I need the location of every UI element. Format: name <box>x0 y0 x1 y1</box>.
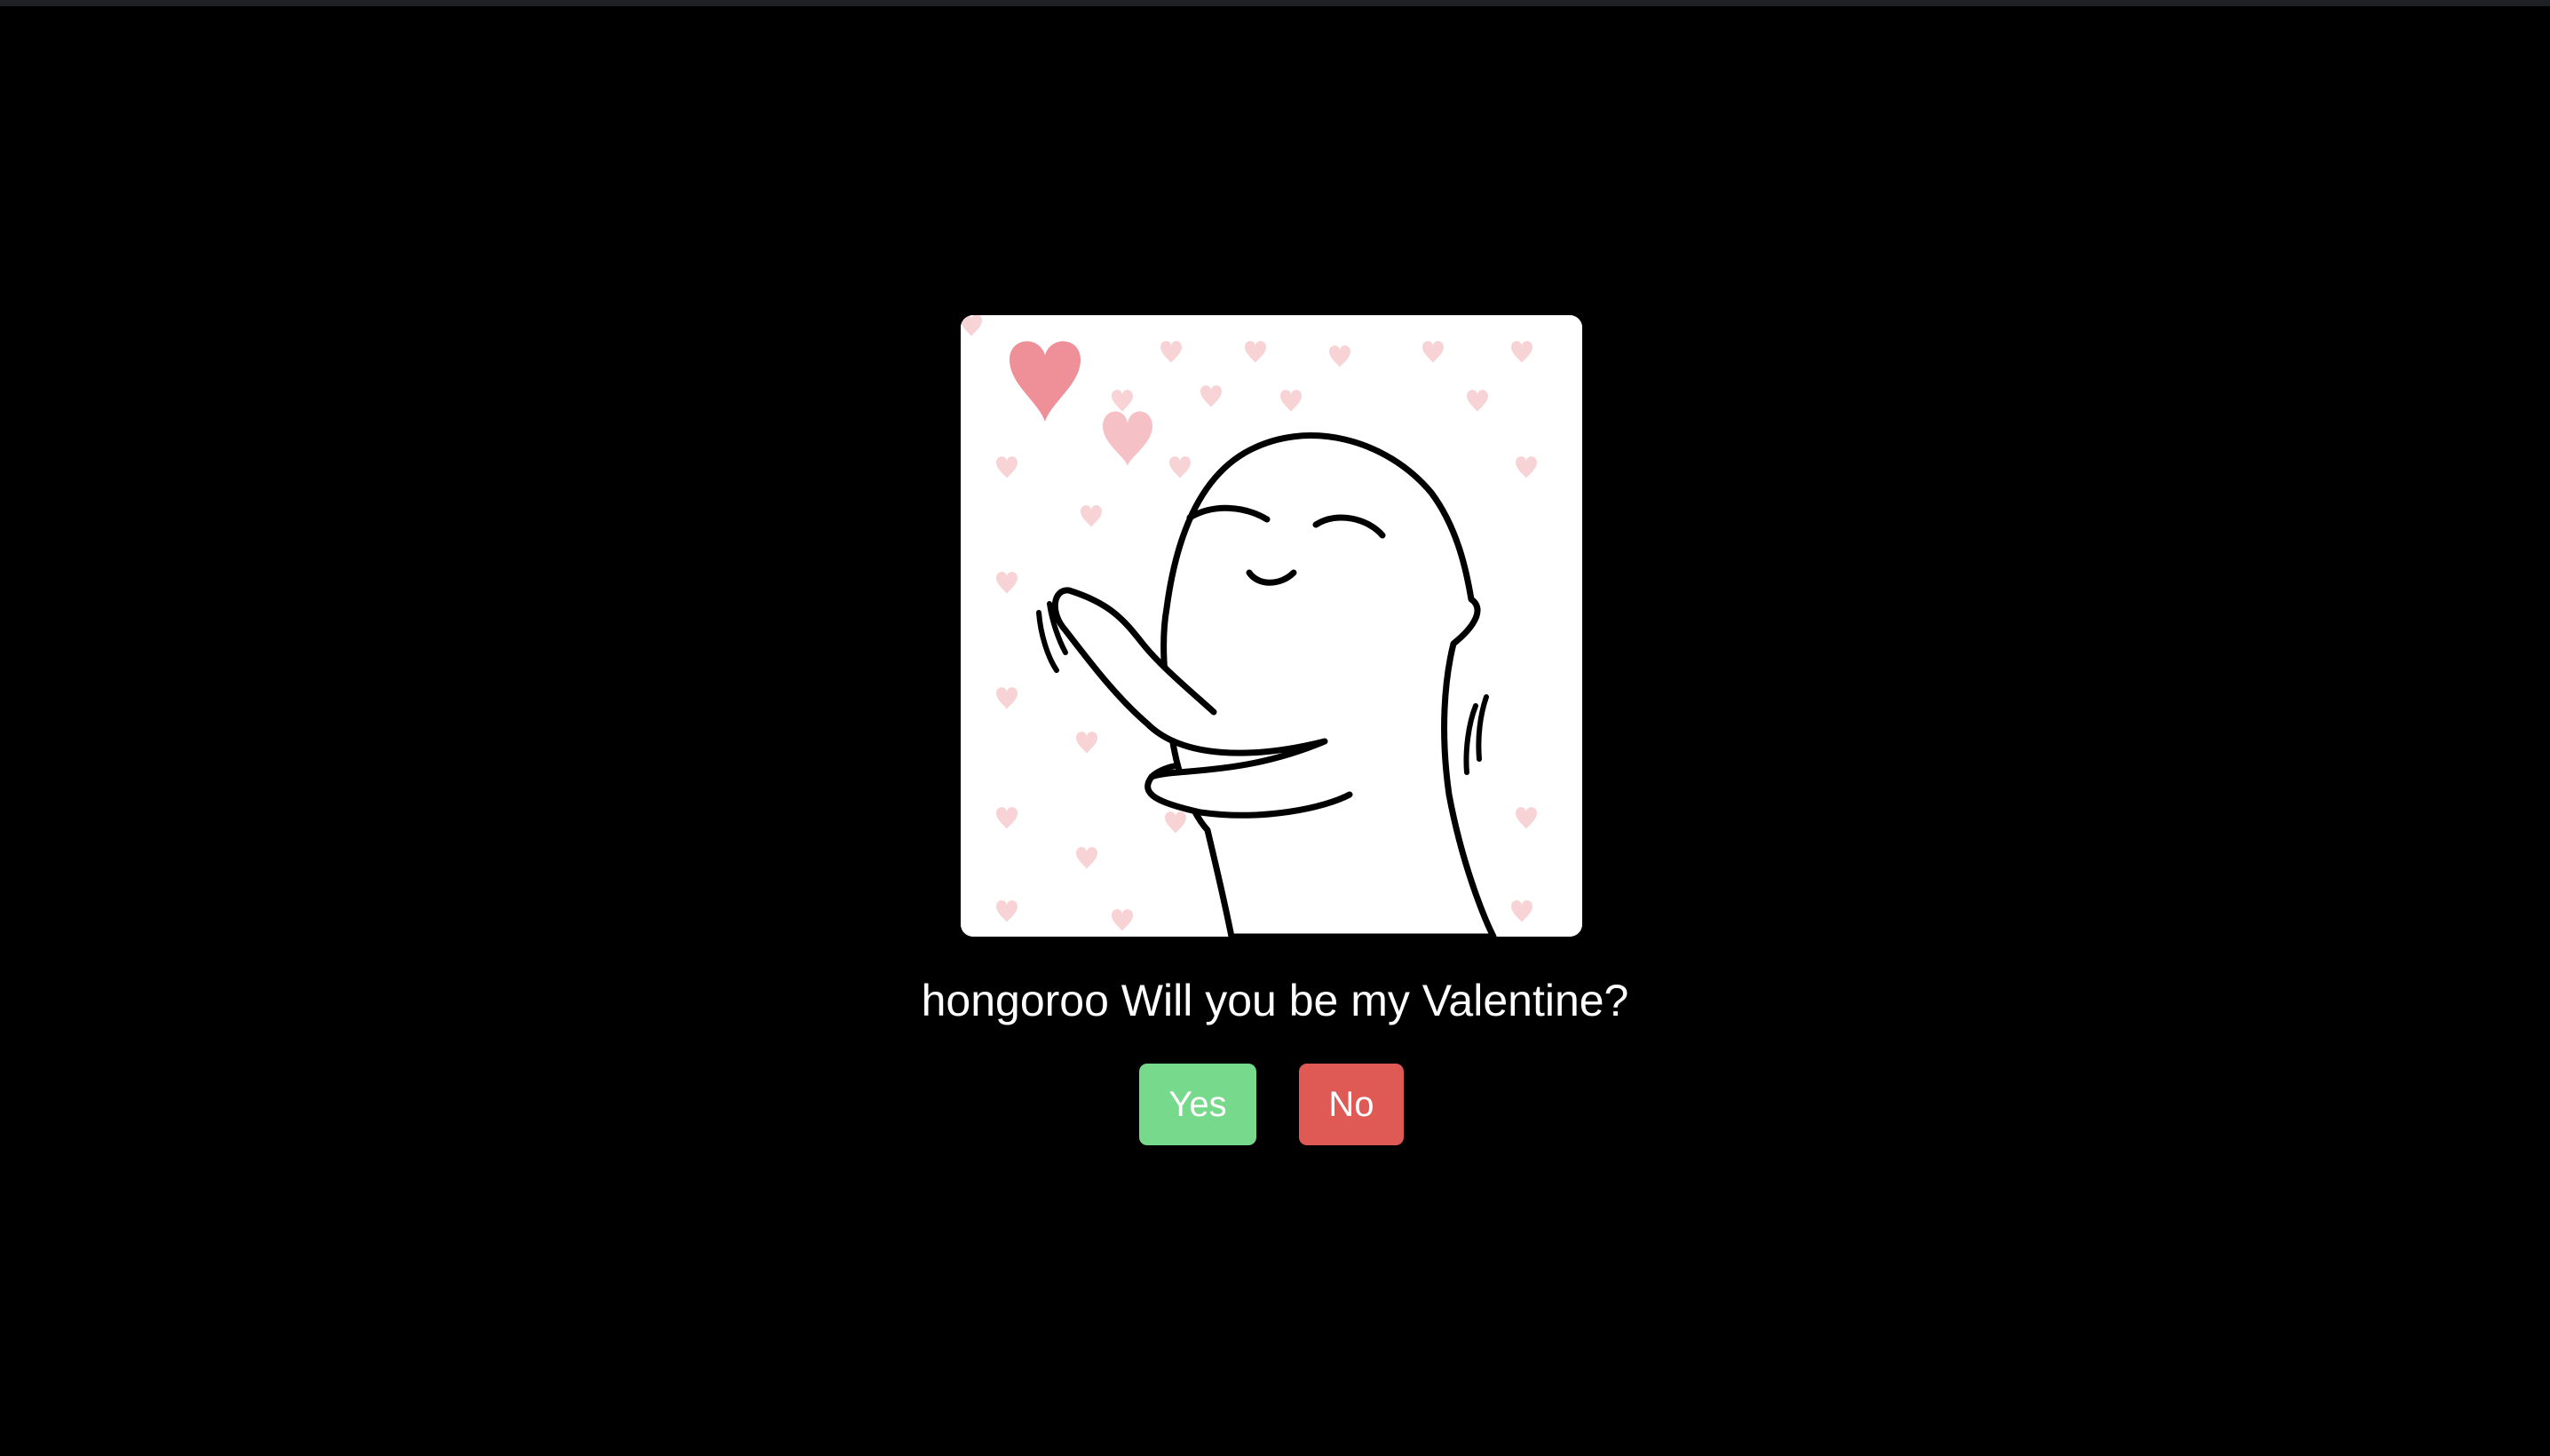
no-button[interactable]: No <box>1299 1064 1404 1145</box>
valentine-question: hongoroo Will you be my Valentine? <box>921 976 1629 1025</box>
valentine-page: hongoroo Will you be my Valentine? Yes N… <box>0 0 2550 1456</box>
blowing-kiss-character-illustration <box>961 315 1582 937</box>
valentine-image <box>961 315 1582 937</box>
yes-button[interactable]: Yes <box>1139 1064 1256 1145</box>
